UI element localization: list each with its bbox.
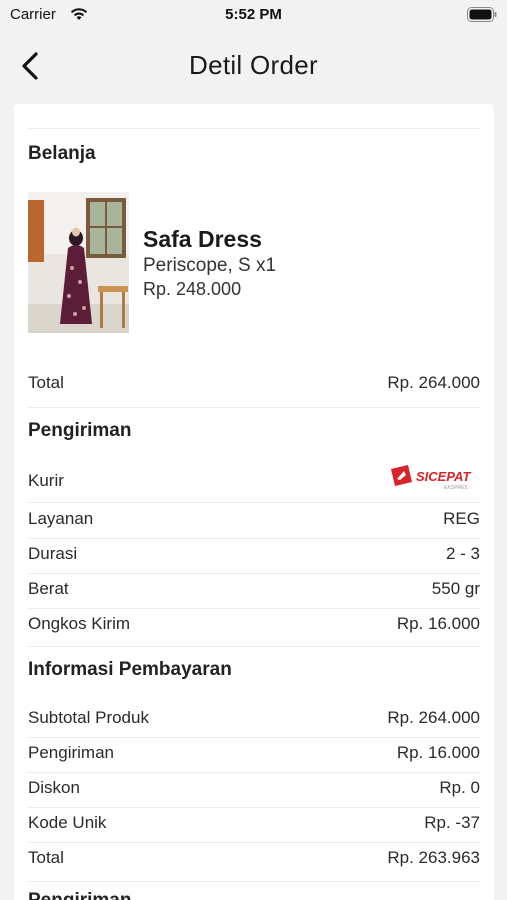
row-value: 2 - 3	[445, 544, 480, 563]
row-value: Rp. 16.000	[396, 614, 480, 633]
divider	[28, 538, 480, 539]
divider	[28, 772, 480, 773]
belanja-total-row: Total Rp. 264.000	[28, 369, 480, 399]
row-label: Ongkos Kirim	[28, 614, 131, 633]
divider	[28, 881, 480, 882]
durasi-row: Durasi 2 - 3	[28, 540, 480, 570]
row-label: Total	[28, 373, 64, 392]
section-title-pembayaran: Informasi Pembayaran	[28, 659, 232, 680]
row-value: Rp. 264.000	[387, 708, 480, 727]
battery-icon	[467, 7, 497, 22]
row-value: Rp. 263.963	[387, 848, 480, 867]
page-title: Detil Order	[189, 50, 318, 80]
divider	[28, 502, 480, 503]
sicepat-logo: SICEPAT EKSPRES	[391, 465, 471, 491]
pengiriman-cost-row: Pengiriman Rp. 16.000	[28, 739, 480, 769]
kurir-row: Kurir SICEPAT EKSPRES	[28, 465, 480, 497]
row-label: Diskon	[28, 778, 80, 797]
row-label: Durasi	[28, 544, 78, 563]
nav-bar: Detil Order	[0, 36, 507, 96]
row-label: Berat	[28, 579, 69, 598]
order-detail-card: Belanja Safa Dress Periscope, S x1 Rp. 2…	[14, 104, 494, 900]
product-variant: Periscope, S x1	[143, 255, 277, 276]
berat-row: Berat 550 gr	[28, 575, 480, 605]
product-image[interactable]	[28, 192, 129, 333]
divider	[28, 128, 480, 129]
row-value: Rp. 16.000	[396, 743, 480, 762]
divider	[28, 608, 480, 609]
divider	[28, 407, 480, 408]
row-value: 550 gr	[431, 579, 480, 598]
row-label: Pengiriman	[28, 743, 114, 762]
section-title-belanja: Belanja	[28, 143, 96, 164]
layanan-row: Layanan REG	[28, 505, 480, 535]
product-price: Rp. 248.000	[143, 279, 242, 299]
divider	[28, 807, 480, 808]
row-label: Kurir	[28, 471, 64, 490]
divider	[28, 646, 480, 647]
status-time: 5:52 PM	[225, 6, 282, 23]
product-name: Safa Dress	[143, 226, 262, 252]
divider	[28, 737, 480, 738]
row-label: Layanan	[28, 509, 94, 528]
diskon-row: Diskon Rp. 0	[28, 774, 480, 804]
divider	[28, 573, 480, 574]
row-label: Total	[28, 848, 64, 867]
row-value: Rp. -37	[424, 813, 480, 832]
section-title-next: Pengiriman	[28, 890, 131, 900]
divider	[28, 842, 480, 843]
product-photo	[28, 192, 129, 333]
row-label: Subtotal Produk	[28, 708, 149, 727]
pembayaran-total-row: Total Rp. 263.963	[28, 844, 480, 874]
status-bar: Carrier 5:52 PM	[0, 0, 507, 30]
section-title-pengiriman: Pengiriman	[28, 420, 132, 441]
row-value: Rp. 0	[439, 778, 480, 797]
row-value: REG	[443, 509, 480, 528]
kode-unik-row: Kode Unik Rp. -37	[28, 809, 480, 839]
row-value: Rp. 264.000	[387, 373, 480, 392]
ongkos-kirim-row: Ongkos Kirim Rp. 16.000	[28, 610, 480, 640]
sicepat-logo-subtext: EKSPRES	[444, 485, 468, 491]
row-label: Kode Unik	[28, 813, 107, 832]
sicepat-logo-text: SICEPAT	[416, 469, 471, 484]
subtotal-produk-row: Subtotal Produk Rp. 264.000	[28, 704, 480, 734]
